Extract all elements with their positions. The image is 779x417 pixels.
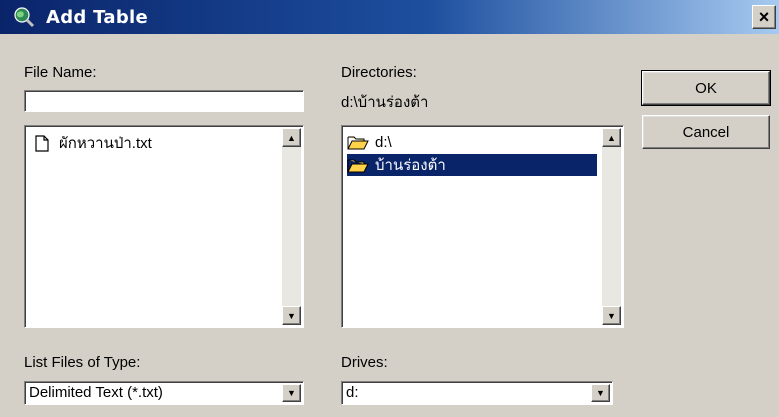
chevron-down-icon: ▼ [287,388,296,398]
dropdown-arrow-button[interactable]: ▼ [282,384,301,402]
directory-list-scrollbar[interactable]: ▲ ▼ [602,128,621,325]
arrow-up-icon: ▲ [607,132,616,143]
close-icon: × [758,6,770,27]
file-name-label: File Name: [24,64,97,81]
drives-select[interactable]: d: ▼ [341,381,613,405]
directories-label: Directories: [341,64,417,81]
drives-label: Drives: [341,354,388,371]
current-path: d:\บ้านร่องต้า [341,94,429,111]
list-item[interactable]: ผักหวานป่า.txt [31,132,152,154]
file-list[interactable]: ผักหวานป่า.txt ▲ ▼ [24,125,304,328]
directory-item-root[interactable]: d:\ [347,131,398,153]
arrow-up-icon: ▲ [287,132,296,143]
chevron-down-icon: ▼ [596,388,605,398]
directory-item-selected[interactable]: บ้านร่องต้า [347,154,597,176]
window-title: Add Table [46,6,149,28]
arrow-down-icon: ▼ [607,310,616,321]
directory-list[interactable]: d:\ บ้านร่องต้า ▲ ▼ [341,125,624,328]
text-file-icon [31,134,53,152]
scroll-down-button[interactable]: ▼ [282,306,301,325]
file-name-text: ผักหวานป่า.txt [59,135,152,152]
arrow-down-icon: ▼ [287,310,296,321]
file-list-scrollbar[interactable]: ▲ ▼ [282,128,301,325]
title-bar: Add Table × [0,0,779,34]
drives-value: d: [346,384,359,401]
file-type-label: List Files of Type: [24,354,141,371]
open-folder-icon [347,133,369,151]
directory-name: d:\ [375,133,392,151]
dropdown-arrow-button[interactable]: ▼ [591,384,610,402]
open-folder-icon [347,156,369,174]
scroll-down-button[interactable]: ▼ [602,306,621,325]
file-type-value: Delimited Text (*.txt) [29,384,163,401]
scroll-up-button[interactable]: ▲ [282,128,301,147]
cancel-button[interactable]: Cancel [642,115,770,149]
ok-button[interactable]: OK [641,70,771,106]
globe-magnifier-icon [12,5,36,29]
file-name-input[interactable] [24,90,304,112]
file-type-select[interactable]: Delimited Text (*.txt) ▼ [24,381,304,405]
directory-name: บ้านร่องต้า [375,157,446,174]
close-button[interactable]: × [752,5,776,29]
scroll-up-button[interactable]: ▲ [602,128,621,147]
